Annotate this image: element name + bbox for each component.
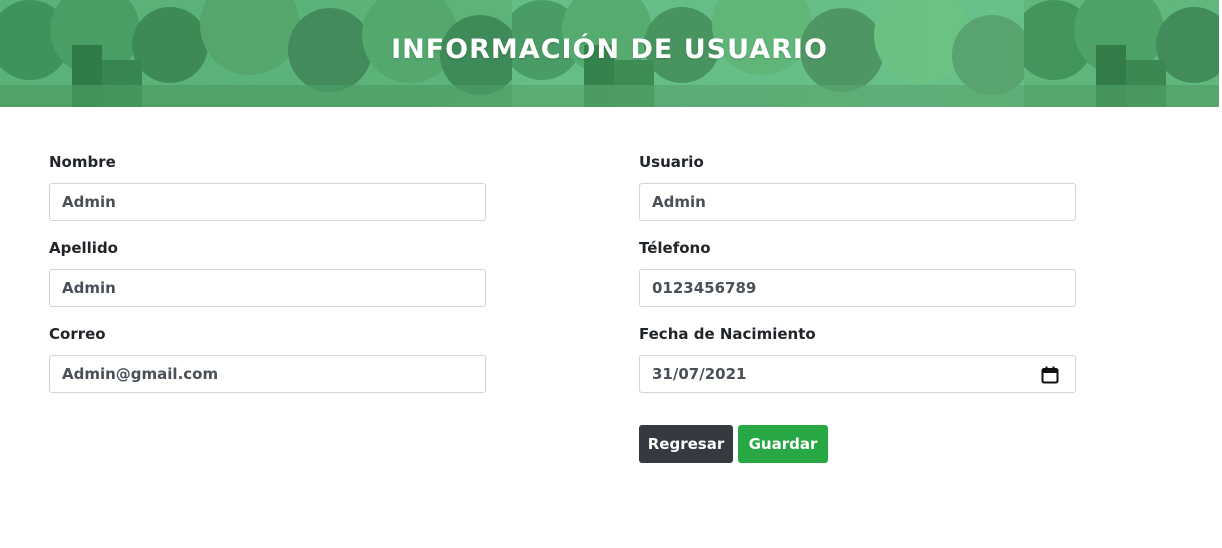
email-input[interactable]: Admin@gmail.com: [49, 355, 486, 393]
phone-input[interactable]: 0123456789: [639, 269, 1076, 307]
name-label: Nombre: [49, 153, 116, 171]
lastname-field-group: Apellido Admin: [49, 237, 486, 323]
lastname-label: Apellido: [49, 239, 118, 257]
birthdate-input[interactable]: 31/07/2021: [639, 355, 1076, 393]
form-actions: Regresar Guardar: [639, 425, 1076, 463]
save-button[interactable]: Guardar: [738, 425, 828, 463]
birthdate-label: Fecha de Nacimiento: [639, 325, 816, 343]
lastname-input[interactable]: Admin: [49, 269, 486, 307]
back-button[interactable]: Regresar: [639, 425, 733, 463]
username-input[interactable]: Admin: [639, 183, 1076, 221]
phone-field-group: Télefono 0123456789: [639, 237, 1076, 323]
calendar-icon[interactable]: [1041, 366, 1059, 384]
page-title: INFORMACIÓN DE USUARIO: [391, 34, 828, 65]
email-field-group: Correo Admin@gmail.com: [49, 323, 486, 409]
birthdate-value: 31/07/2021: [652, 365, 747, 383]
name-field-group: Nombre Admin: [49, 151, 486, 237]
name-input[interactable]: Admin: [49, 183, 486, 221]
user-info-form: Nombre Admin Apellido Admin Correo Admin…: [0, 107, 1222, 548]
email-label: Correo: [49, 325, 106, 343]
phone-label: Télefono: [639, 239, 711, 257]
header-banner: INFORMACIÓN DE USUARIO: [0, 0, 1219, 107]
birthdate-field-group: Fecha de Nacimiento 31/07/2021: [639, 323, 1076, 409]
form-column-right: Usuario Admin Télefono 0123456789 Fecha …: [639, 151, 1076, 463]
username-label: Usuario: [639, 153, 704, 171]
username-field-group: Usuario Admin: [639, 151, 1076, 237]
form-column-left: Nombre Admin Apellido Admin Correo Admin…: [49, 151, 486, 409]
